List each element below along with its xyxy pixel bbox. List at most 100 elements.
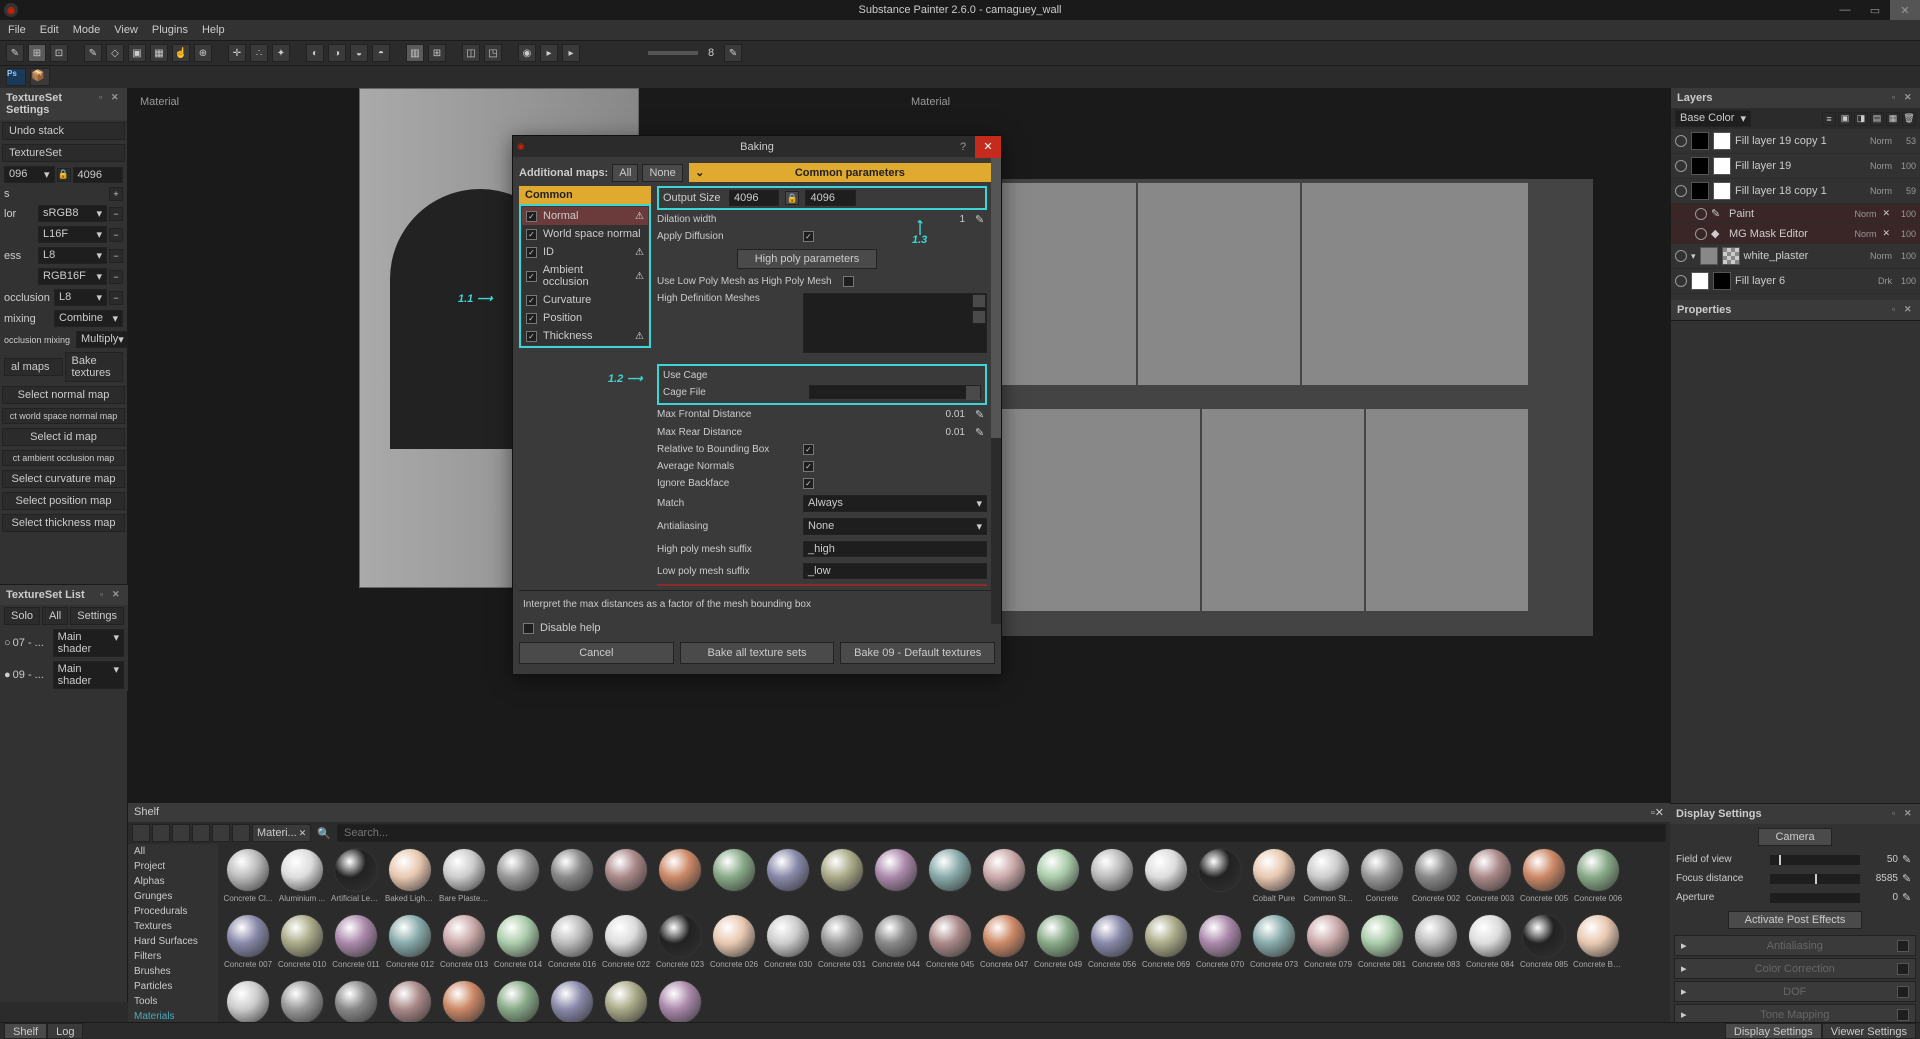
shelf-category-project[interactable]: Project xyxy=(128,859,218,874)
avg-normals-checkbox[interactable]: ✓ xyxy=(803,461,814,472)
statusbar-display-tab[interactable]: Display Settings xyxy=(1725,1023,1822,1039)
textureset-item[interactable]: ●09 - ...Main shader▾ xyxy=(0,659,128,691)
layer-opacity[interactable]: 100 xyxy=(1896,161,1916,171)
hp-suffix-input[interactable]: _high xyxy=(803,541,987,557)
layer-thumbnail[interactable] xyxy=(1691,132,1709,150)
tool-d-icon[interactable]: ◓ xyxy=(372,44,390,62)
panel-close-icon[interactable]: ✕ xyxy=(111,92,121,102)
map-checkbox[interactable]: ✓ xyxy=(526,331,537,342)
disp-float-icon[interactable]: ▫ xyxy=(1892,808,1902,818)
layer-tool1-icon[interactable]: ≡ xyxy=(1822,112,1836,126)
tool-render2-icon[interactable]: ▸ xyxy=(562,44,580,62)
material-item[interactable]: Common St... xyxy=(1302,848,1354,912)
material-item[interactable]: Concrete xyxy=(1356,848,1408,912)
layer-blend-mode[interactable]: Norm xyxy=(1846,229,1876,239)
layer-opacity[interactable]: 59 xyxy=(1896,186,1916,196)
effect-checkbox[interactable] xyxy=(1897,940,1909,952)
layer-tool2-icon[interactable]: ▣ xyxy=(1838,112,1852,126)
tslist-solo-button[interactable]: Solo xyxy=(4,607,40,625)
layer-row[interactable]: Fill layer 19 copy 1Norm53 xyxy=(1671,129,1920,154)
layer-blend-mode[interactable]: Norm xyxy=(1862,161,1892,171)
remove-channel-4-icon[interactable]: − xyxy=(109,270,123,284)
effect-checkbox[interactable] xyxy=(1897,986,1909,998)
layer-visibility-icon[interactable] xyxy=(1695,228,1707,240)
material-item[interactable]: Concrete 023 xyxy=(654,914,706,978)
material-item[interactable]: Concrete 006 xyxy=(1572,848,1624,912)
max-frontal-value[interactable]: 0.01 xyxy=(946,409,965,420)
menu-file[interactable]: File xyxy=(8,24,26,36)
disp-close-icon[interactable]: ✕ xyxy=(1904,808,1914,818)
shelf-close-icon[interactable]: ✕ xyxy=(1655,807,1664,819)
effect-checkbox[interactable] xyxy=(1897,963,1909,975)
shelf-category-procedurals[interactable]: Procedurals xyxy=(128,904,218,919)
output-lock-icon[interactable]: 🔒 xyxy=(785,191,799,205)
material-item[interactable]: Concrete 049 xyxy=(1032,914,1084,978)
effect-color-correction[interactable]: ▸Color Correction xyxy=(1674,958,1916,979)
shelf-view3-icon[interactable] xyxy=(192,824,210,842)
dilation-edit-icon[interactable]: ✎ xyxy=(975,213,987,225)
disable-help-checkbox[interactable] xyxy=(523,623,534,634)
select-curv-map-button[interactable]: Select curvature map xyxy=(2,470,125,488)
remove-channel-5-icon[interactable]: − xyxy=(109,291,123,305)
l16f-select[interactable]: L16F▾ xyxy=(38,226,107,243)
shelf-category-all[interactable]: All xyxy=(128,844,218,859)
layer-blend-mode[interactable]: Norm xyxy=(1862,136,1892,146)
layer-name[interactable]: white_plaster xyxy=(1744,250,1858,262)
common-tab[interactable]: Common xyxy=(519,186,651,204)
material-item[interactable]: Concrete 056 xyxy=(1086,914,1138,978)
cage-file-input[interactable] xyxy=(809,385,981,399)
layer-opacity[interactable]: 100 xyxy=(1896,276,1916,286)
tool-uv2-icon[interactable]: ⊡ xyxy=(50,44,68,62)
match-select[interactable]: Always▾ xyxy=(803,495,987,512)
tool-render-icon[interactable]: ▸ xyxy=(540,44,558,62)
material-item[interactable] xyxy=(924,848,976,912)
l8b-select[interactable]: L8▾ xyxy=(54,289,107,306)
focus-slider[interactable] xyxy=(1770,874,1860,884)
layer-row[interactable]: Fill layer 19Norm100 xyxy=(1671,154,1920,179)
activate-post-effects-button[interactable]: Activate Post Effects xyxy=(1728,911,1863,929)
layer-thumbnail[interactable] xyxy=(1691,157,1709,175)
rel-bbox-checkbox[interactable]: ✓ xyxy=(803,444,814,455)
close-window-button[interactable]: ✕ xyxy=(1890,0,1920,20)
tool-brush-icon[interactable]: ✎ xyxy=(6,44,24,62)
layer-blend-mode[interactable]: Drk xyxy=(1862,276,1892,286)
material-item[interactable]: Concrete Ba... xyxy=(276,980,328,1022)
select-id-map-button[interactable]: Select id map xyxy=(2,428,125,446)
shelf-filter-tab[interactable]: Materi...✕ xyxy=(252,824,311,842)
material-item[interactable]: Concrete 011 xyxy=(330,914,382,978)
hd-mesh-browse-icon[interactable] xyxy=(972,294,986,308)
material-item[interactable]: Concrete 030 xyxy=(762,914,814,978)
layers-float-icon[interactable]: ▫ xyxy=(1892,92,1902,102)
ignore-backface-checkbox[interactable]: ✓ xyxy=(803,478,814,489)
layer-visibility-icon[interactable] xyxy=(1675,160,1687,172)
shelf-category-grunges[interactable]: Grunges xyxy=(128,889,218,904)
material-item[interactable]: Concrete Ba... xyxy=(1572,914,1624,978)
output-size-1-select[interactable]: 4096 xyxy=(729,190,779,206)
max-rear-edit-icon[interactable]: ✎ xyxy=(975,426,987,438)
layer-row[interactable]: Fill layer 18 copy 1Norm59 xyxy=(1671,179,1920,204)
aperture-value[interactable]: 0 xyxy=(1864,892,1898,903)
material-item[interactable]: Concrete Pa... xyxy=(492,980,544,1022)
layer-visibility-icon[interactable] xyxy=(1675,135,1687,147)
panel-float-icon[interactable]: ▫ xyxy=(99,92,109,102)
maps-all-button[interactable]: All xyxy=(612,164,638,182)
remove-channel-1-icon[interactable]: − xyxy=(109,207,123,221)
blend-mode-select[interactable]: Base Color▾ xyxy=(1675,110,1751,127)
layer-opacity[interactable]: 53 xyxy=(1896,136,1916,146)
material-item[interactable]: Concrete 031 xyxy=(816,914,868,978)
material-item[interactable]: Baked Lighti... xyxy=(384,848,436,912)
map-checkbox[interactable]: ✓ xyxy=(526,295,537,306)
minimize-button[interactable]: — xyxy=(1830,0,1860,20)
tool-b-icon[interactable]: ◑ xyxy=(328,44,346,62)
ts-shader-select[interactable]: Main shader▾ xyxy=(53,661,124,689)
maximize-button[interactable]: ▭ xyxy=(1860,0,1890,20)
material-item[interactable]: Concrete 073 xyxy=(1248,914,1300,978)
fov-edit-icon[interactable]: ✎ xyxy=(1902,853,1914,866)
material-item[interactable]: Concrete 083 xyxy=(1410,914,1462,978)
material-item[interactable]: Concrete 014 xyxy=(492,914,544,978)
material-item[interactable] xyxy=(762,848,814,912)
layer-blend-mode[interactable]: Norm xyxy=(1862,186,1892,196)
material-item[interactable] xyxy=(978,848,1030,912)
layer-blend-mode[interactable]: Norm xyxy=(1846,209,1876,219)
tslist-float-icon[interactable]: ▫ xyxy=(100,589,110,599)
